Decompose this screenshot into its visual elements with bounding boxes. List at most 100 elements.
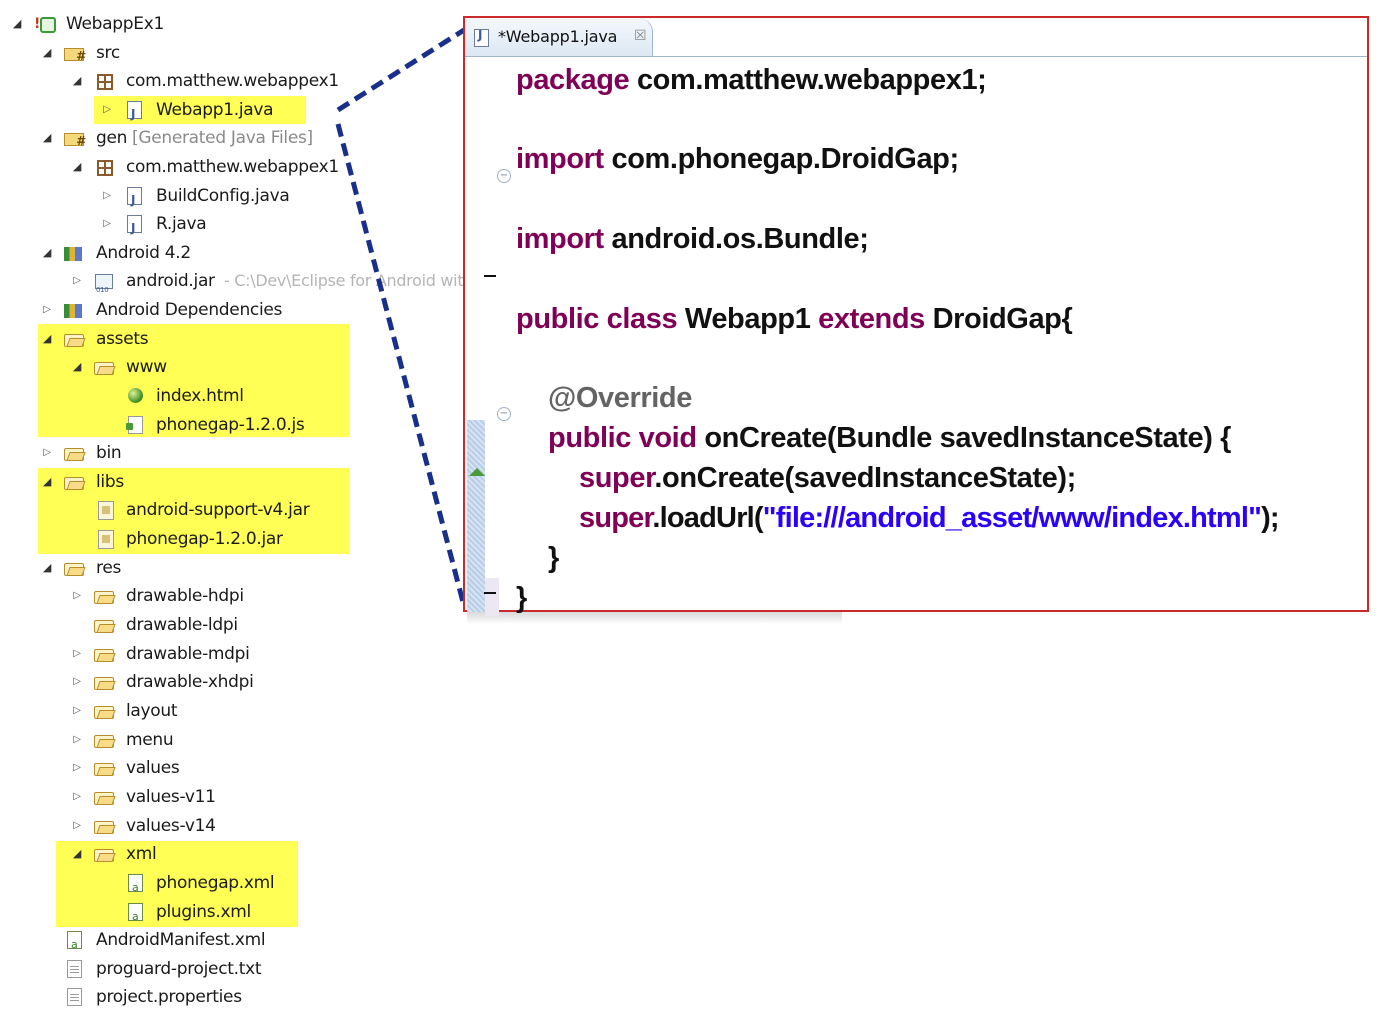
code-line: @Override <box>548 382 692 415</box>
tree-item-label: Android 4.2 <box>96 243 191 263</box>
collapsed-arrow-icon[interactable]: ▷ <box>70 783 84 811</box>
expanded-arrow-icon[interactable]: ◢ <box>40 468 54 496</box>
code-editor[interactable]: *Webapp1.java ☒ − − package com.matthew.… <box>463 16 1369 616</box>
tree-item-label: index.html <box>156 386 244 406</box>
collapsed-arrow-icon[interactable]: ▷ <box>40 439 54 467</box>
string-literal: "file:///android_asset/www/index.html" <box>762 502 1262 534</box>
tree-item-label: drawable-mdpi <box>126 644 250 664</box>
folder-open-icon <box>64 477 84 490</box>
tree-item-label: src <box>96 43 120 63</box>
code-text: Webapp1 <box>677 303 819 335</box>
collapsed-arrow-icon[interactable]: ▷ <box>70 697 84 725</box>
tree-item-label: assets <box>96 329 149 349</box>
collapsed-arrow-icon[interactable]: ▷ <box>100 96 114 124</box>
gen-folder-icon <box>64 127 86 155</box>
code-text: } <box>548 542 559 574</box>
folder-icon <box>94 649 114 662</box>
java-file-icon <box>127 100 142 128</box>
tree-item-label: phonegap-1.2.0.jar <box>126 529 283 549</box>
tree-item-label: values-v14 <box>126 816 216 836</box>
collapsed-arrow-icon[interactable]: ▷ <box>100 182 114 210</box>
text-file-icon <box>67 988 82 1006</box>
tree-item-label: res <box>96 558 122 578</box>
code-text: DroidGap{ <box>924 303 1073 335</box>
folder-icon <box>64 448 84 461</box>
xml-file-icon <box>67 931 82 959</box>
folder-icon <box>94 735 114 748</box>
tree-item-label: android.jar <box>126 271 215 291</box>
code-line: super.loadUrl("file:///android_asset/www… <box>579 502 1280 535</box>
code-line: import com.phonegap.DroidGap; <box>516 143 959 176</box>
tree-item-label: libs <box>96 472 124 492</box>
source-folder-icon <box>64 42 86 70</box>
collapsed-arrow-icon[interactable]: ▷ <box>70 640 84 668</box>
collapsed-arrow-icon[interactable]: ▷ <box>70 267 84 295</box>
folder-icon <box>94 792 114 805</box>
tree-item-label: values-v11 <box>126 787 216 807</box>
code-text[interactable]: package com.matthew.webappex1; import co… <box>465 18 1367 614</box>
expanded-arrow-icon[interactable]: ◢ <box>40 325 54 353</box>
tree-item-label: drawable-xhdpi <box>126 672 254 692</box>
code-text: android.os.Bundle; <box>603 223 869 255</box>
expanded-arrow-icon[interactable]: ◢ <box>40 554 54 582</box>
keyword: import <box>516 223 604 255</box>
tree-item-label: com.matthew.webappex1 <box>126 71 339 91</box>
code-text: .onCreate(savedInstanceState); <box>654 462 1076 494</box>
collapsed-arrow-icon[interactable]: ▷ <box>40 296 54 324</box>
collapsed-arrow-icon[interactable]: ▷ <box>70 754 84 782</box>
code-text: com.matthew.webappex1; <box>629 64 987 96</box>
tree-item-label: android-support-v4.jar <box>126 500 310 520</box>
code-line: super.onCreate(savedInstanceState); <box>579 462 1076 495</box>
package-icon <box>97 160 113 176</box>
tree-item-label: Android Dependencies <box>96 300 283 320</box>
code-text: } <box>516 582 527 614</box>
collapsed-arrow-icon[interactable]: ▷ <box>100 210 114 238</box>
expanded-arrow-icon[interactable]: ◢ <box>40 239 54 267</box>
keyword: super <box>579 462 655 494</box>
library-icon <box>64 247 82 261</box>
expanded-arrow-icon[interactable]: ◢ <box>10 10 24 38</box>
code-line: } <box>516 582 527 615</box>
tree-item-label: gen <box>96 128 128 148</box>
code-line: public void onCreate(Bundle savedInstanc… <box>548 422 1231 455</box>
keyword: public void <box>548 422 697 454</box>
tree-item-label: proguard-project.txt <box>96 959 262 979</box>
tree-item-label: values <box>126 758 180 778</box>
tree-item-label: com.matthew.webappex1 <box>126 157 339 177</box>
collapsed-arrow-icon[interactable]: ▷ <box>70 726 84 754</box>
tree-item-label: AndroidManifest.xml <box>96 930 266 950</box>
expanded-arrow-icon[interactable]: ◢ <box>40 39 54 67</box>
folder-icon <box>94 677 114 690</box>
android-project-icon <box>34 10 56 38</box>
folder-open-icon <box>94 849 114 862</box>
collapsed-arrow-icon[interactable]: ▷ <box>70 582 84 610</box>
expanded-arrow-icon[interactable]: ◢ <box>70 840 84 868</box>
html-file-icon <box>128 388 143 403</box>
code-line: } <box>548 542 559 575</box>
code-text: .loadUrl( <box>652 502 763 534</box>
jar-file-icon <box>98 530 114 549</box>
java-file-icon <box>127 186 142 214</box>
folder-icon <box>94 821 114 834</box>
jar-icon <box>95 274 113 304</box>
keyword: super <box>579 502 653 534</box>
collapsed-arrow-icon[interactable]: ▷ <box>70 812 84 840</box>
code-text: com.phonegap.DroidGap; <box>603 143 959 175</box>
annotation: @Override <box>548 382 692 414</box>
tree-item-label: xml <box>126 844 157 864</box>
code-line: public class Webapp1 extends DroidGap{ <box>516 303 1073 336</box>
expanded-arrow-icon[interactable]: ◢ <box>40 124 54 152</box>
collapsed-arrow-icon[interactable]: ▷ <box>70 668 84 696</box>
expanded-arrow-icon[interactable]: ◢ <box>70 67 84 95</box>
tree-item-label: www <box>126 357 167 377</box>
folder-icon <box>94 620 114 633</box>
tree-item-label: Webapp1.java <box>156 100 274 120</box>
tree-item-label: plugins.xml <box>156 902 251 922</box>
tree-item-label: WebappEx1 <box>66 14 164 34</box>
js-file-icon <box>126 416 143 434</box>
expanded-arrow-icon[interactable]: ◢ <box>70 353 84 381</box>
xml-file-icon <box>128 874 143 902</box>
xml-file-icon <box>128 903 143 931</box>
library-icon <box>64 304 82 318</box>
expanded-arrow-icon[interactable]: ◢ <box>70 153 84 181</box>
